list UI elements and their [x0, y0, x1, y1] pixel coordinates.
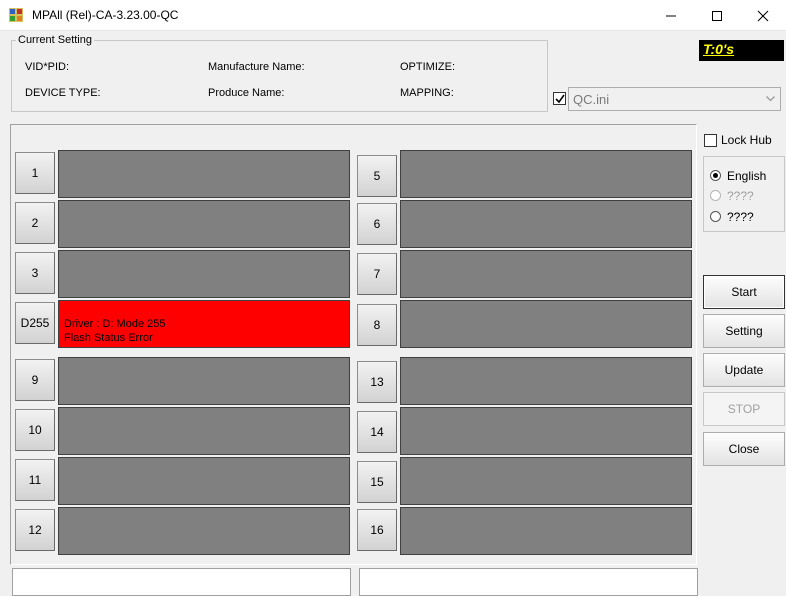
minimize-button[interactable] — [648, 0, 694, 31]
port-status-line2: Flash Status Error — [64, 332, 153, 344]
port-status-line1: Driver : D: Mode 255 — [64, 318, 166, 330]
port-status-6 — [400, 200, 692, 248]
port-status-9 — [58, 357, 350, 405]
port-status-3 — [58, 250, 350, 298]
port-button-13[interactable]: 13 — [357, 361, 397, 403]
language-label-english: English — [727, 169, 767, 183]
port-status-13 — [400, 357, 692, 405]
lock-hub-checkbox[interactable] — [704, 134, 717, 147]
language-radio-3[interactable] — [710, 211, 721, 222]
manufacture-name-label: Manufacture Name: — [208, 61, 305, 73]
language-label-3: ???? — [727, 210, 754, 224]
checkmark-icon — [555, 94, 565, 104]
minimize-icon — [666, 15, 676, 17]
port-button-16[interactable]: 16 — [357, 509, 397, 551]
config-file-select[interactable]: QC.ini — [568, 87, 781, 111]
port-status-4: Driver : D: Mode 255 Flash Status Error — [58, 300, 350, 348]
close-window-button[interactable] — [740, 0, 786, 31]
mapping-label: MAPPING: — [400, 87, 454, 99]
config-file-value: QC.ini — [573, 92, 610, 107]
port-button-14[interactable]: 14 — [357, 411, 397, 453]
port-button-2[interactable]: 2 — [15, 202, 55, 244]
app-icon — [9, 8, 23, 22]
port-button-15[interactable]: 15 — [357, 461, 397, 503]
port-button-10[interactable]: 10 — [15, 409, 55, 451]
chevron-down-icon — [766, 96, 775, 102]
port-status-7 — [400, 250, 692, 298]
title-bar[interactable]: MPAll (Rel)-CA-3.23.00-QC — [0, 0, 786, 31]
stop-button[interactable]: STOP — [703, 392, 785, 426]
vid-pid-label: VID*PID: — [25, 61, 70, 73]
lock-hub-label: Lock Hub — [721, 133, 772, 147]
optimize-label: OPTIMIZE: — [400, 61, 455, 73]
port-button-9[interactable]: 9 — [15, 359, 55, 401]
produce-name-label: Produce Name: — [208, 87, 285, 99]
port-button-3[interactable]: 3 — [15, 252, 55, 294]
log-box-right — [359, 568, 698, 596]
port-button-11[interactable]: 11 — [15, 459, 55, 501]
port-button-4[interactable]: D255 — [15, 302, 55, 344]
language-radio-english[interactable] — [710, 170, 721, 181]
close-icon — [757, 10, 769, 22]
update-button[interactable]: Update — [703, 353, 785, 387]
window-title: MPAll (Rel)-CA-3.23.00-QC — [32, 8, 179, 22]
port-button-6[interactable]: 6 — [357, 203, 397, 245]
port-status-1 — [58, 150, 350, 198]
port-button-5[interactable]: 5 — [357, 155, 397, 197]
port-status-8 — [400, 300, 692, 348]
radio-selected-dot — [713, 173, 718, 178]
setting-button[interactable]: Setting — [703, 314, 785, 348]
port-button-1[interactable]: 1 — [15, 152, 55, 194]
port-status-14 — [400, 407, 692, 455]
port-status-12 — [58, 507, 350, 555]
close-button[interactable]: Close — [703, 432, 785, 466]
device-type-label: DEVICE TYPE: — [25, 87, 101, 99]
current-setting-legend: Current Setting — [16, 34, 94, 46]
maximize-button[interactable] — [694, 0, 740, 31]
start-button[interactable]: Start — [703, 275, 785, 309]
config-dropdown-button[interactable] — [762, 88, 780, 110]
port-button-7[interactable]: 7 — [357, 253, 397, 295]
port-status-11 — [58, 457, 350, 505]
port-status-2 — [58, 200, 350, 248]
port-status-5 — [400, 150, 692, 198]
port-status-16 — [400, 507, 692, 555]
port-button-8[interactable]: 8 — [357, 304, 397, 346]
port-status-10 — [58, 407, 350, 455]
timer-display: T:0's — [699, 40, 784, 61]
language-radio-2[interactable] — [710, 190, 721, 201]
port-status-15 — [400, 457, 692, 505]
port-button-12[interactable]: 12 — [15, 509, 55, 551]
current-setting-group — [11, 40, 548, 112]
maximize-icon — [712, 11, 722, 21]
log-box-left — [12, 568, 351, 596]
config-enable-checkbox[interactable] — [553, 92, 566, 105]
language-label-2: ???? — [727, 189, 754, 203]
